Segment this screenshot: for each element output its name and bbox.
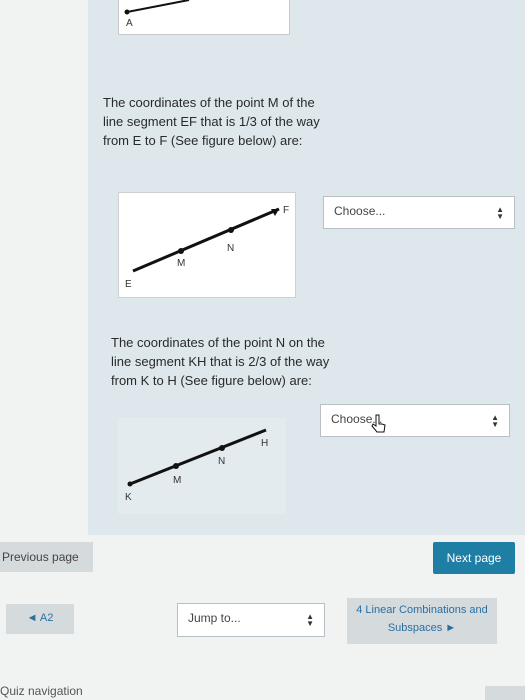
point-m-label: M: [177, 258, 186, 269]
point-e-label: E: [125, 279, 132, 290]
previous-figure-drawing: [124, 0, 190, 15]
pointer-cursor-icon: [371, 414, 386, 433]
point-m2-label: M: [173, 475, 182, 486]
question1-answer-select[interactable]: Choose... ▲ ▼: [323, 196, 515, 229]
question2-answer-select[interactable]: Choose... ▲ ▼: [320, 404, 510, 437]
up-down-arrows-icon: ▲ ▼: [491, 412, 499, 429]
question1-select-value: Choose...: [334, 204, 386, 218]
question1-text: The coordinates of the point M of the li…: [103, 95, 320, 148]
jump-to-value: Jump to...: [188, 611, 241, 625]
point-f-label: F: [283, 205, 290, 216]
jump-to-select[interactable]: Jump to... ▲ ▼: [177, 603, 325, 637]
next-activity-link[interactable]: 4 Linear Combinations and Subspaces ►: [347, 598, 497, 644]
next-page-button[interactable]: Next page: [433, 542, 515, 574]
corner-tab: [485, 686, 525, 700]
question1-figure: E M N F: [118, 192, 296, 298]
previous-figure: A: [118, 0, 290, 35]
point-n-label: N: [227, 243, 235, 254]
previous-page-button[interactable]: Previous page: [0, 542, 93, 572]
question2-figure: K M N H: [118, 418, 286, 514]
up-down-arrows-icon: ▲ ▼: [496, 204, 504, 221]
point-k-label: K: [125, 492, 132, 503]
previous-activity-link[interactable]: ◄ A2: [6, 604, 74, 634]
previous-figure-point-label: A: [126, 18, 133, 29]
point-n2-label: N: [218, 456, 226, 467]
question2-text: The coordinates of the point N on the li…: [111, 335, 330, 388]
segment-kh-drawing: [127, 428, 267, 487]
quiz-navigation-heading[interactable]: Quiz navigation: [0, 684, 83, 698]
segment-ef-drawing: [132, 207, 280, 273]
point-h-label: H: [261, 438, 269, 449]
up-down-arrows-icon: ▲ ▼: [306, 612, 314, 628]
